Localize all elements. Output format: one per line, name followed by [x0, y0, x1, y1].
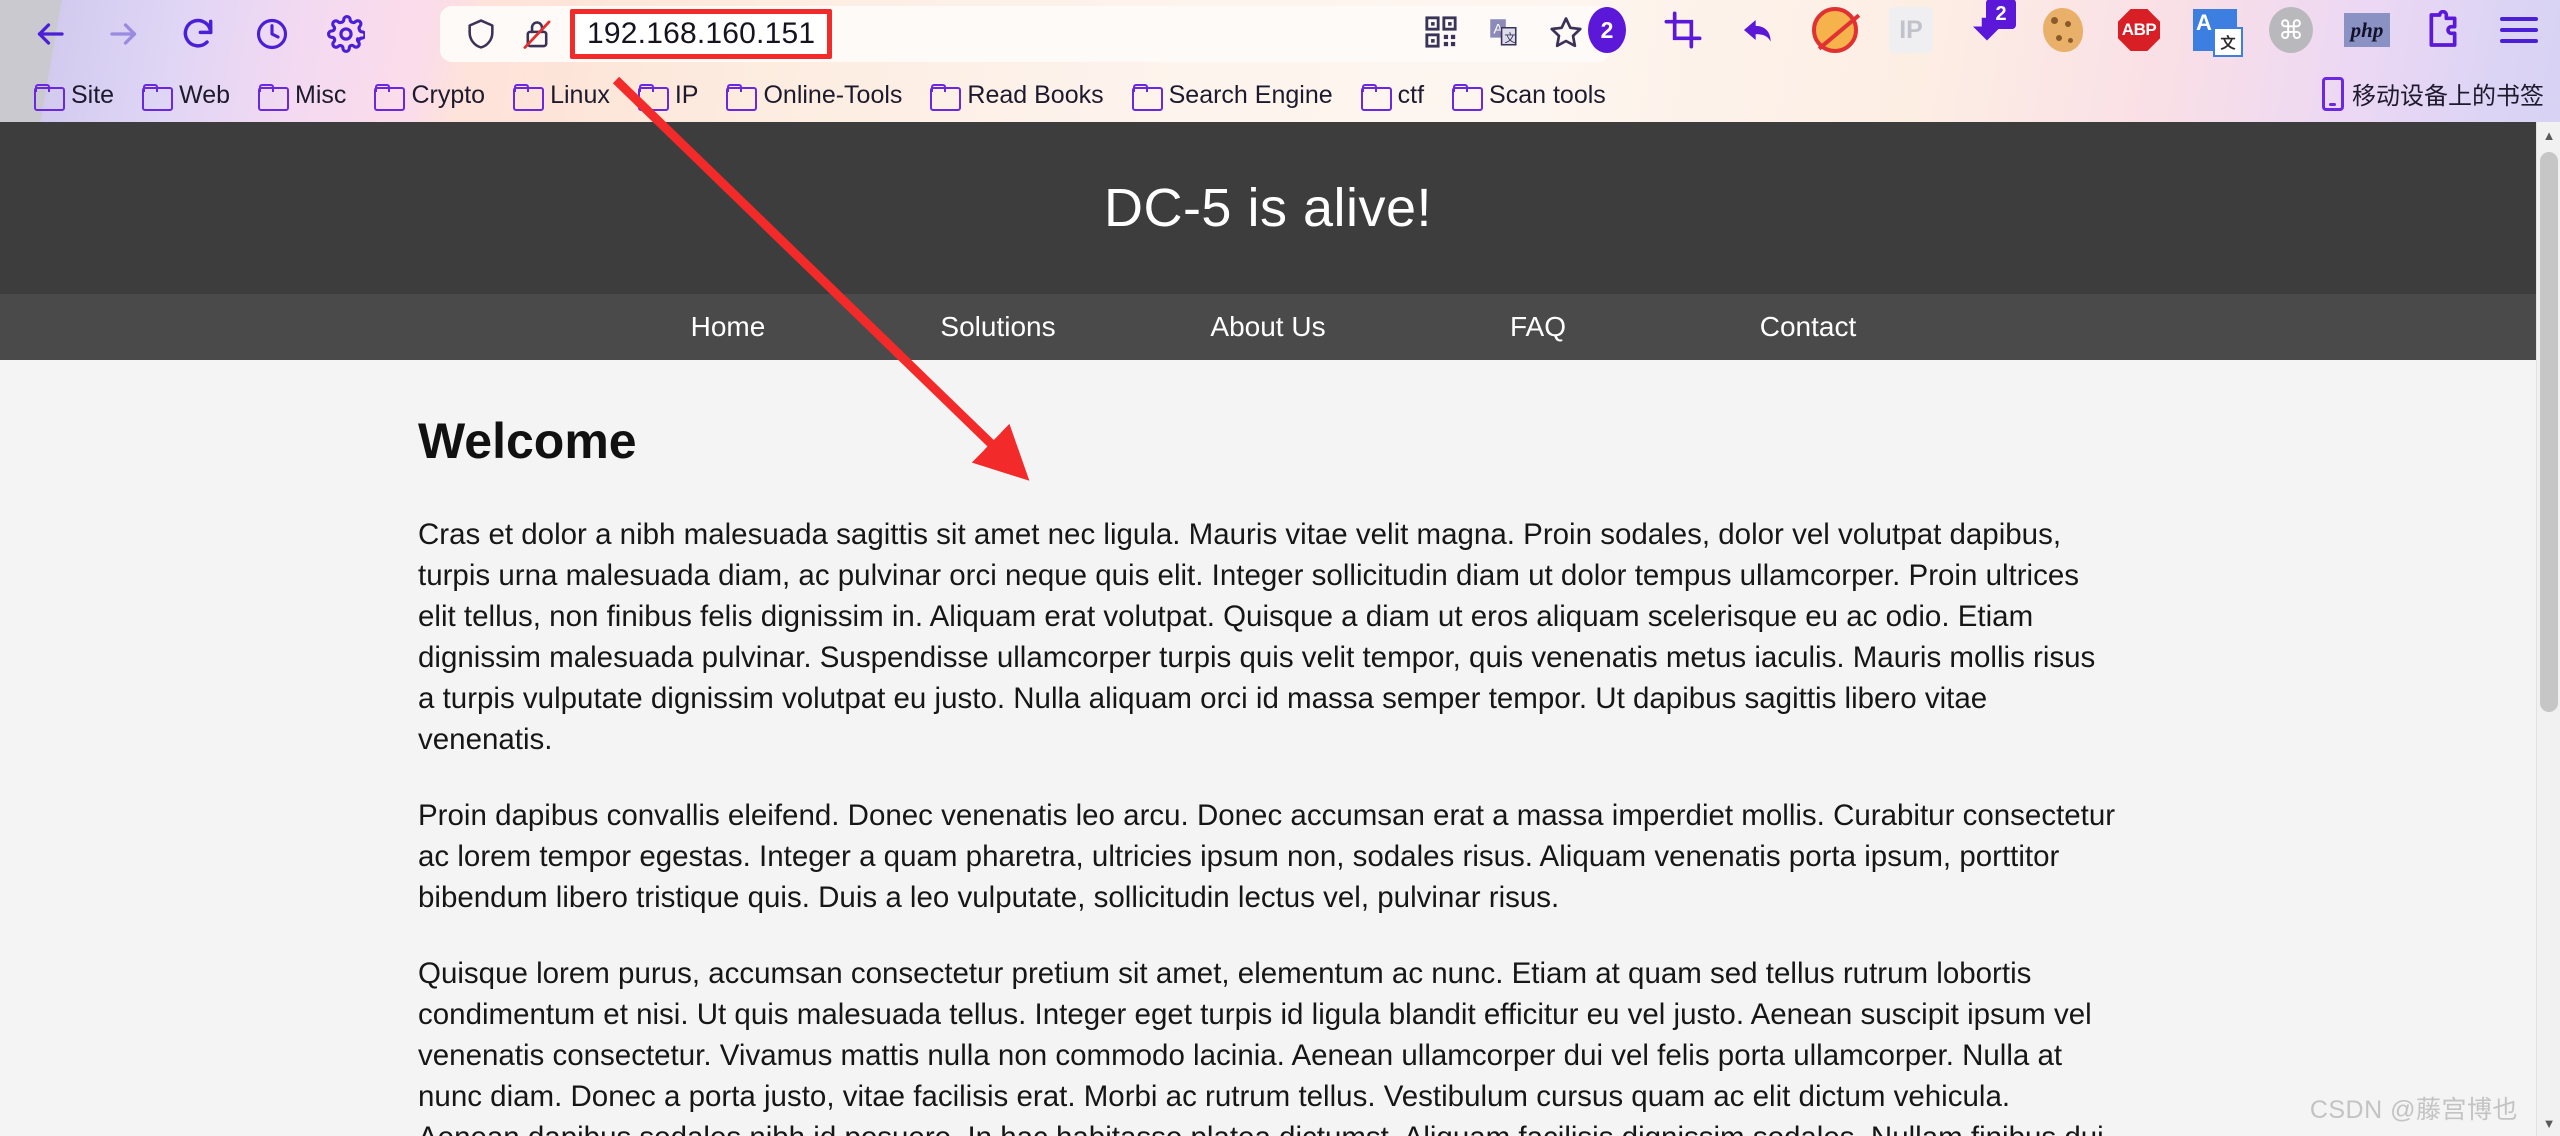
bookmark-label: Misc: [295, 80, 347, 109]
back-button[interactable]: [24, 8, 76, 60]
screenshot-crop-icon[interactable]: [1660, 7, 1706, 53]
bookmark-ctf[interactable]: ctf: [1347, 77, 1438, 114]
proxy-switcher-icon[interactable]: ⌘: [2268, 7, 2314, 53]
lock-broken-icon[interactable]: [520, 17, 554, 51]
content-heading: Welcome: [418, 413, 637, 469]
history-button[interactable]: [246, 8, 298, 60]
bookmark-linux[interactable]: Linux: [499, 77, 624, 114]
tab-counter-icon[interactable]: 2: [1584, 7, 1630, 53]
browser-chrome: 192.168.160.151 A 文 2 IP 2 ABP A 文 ⌘ php…: [0, 0, 2560, 122]
download-badge: 2: [1986, 0, 2016, 29]
download-manager-icon[interactable]: 2: [1964, 0, 2016, 53]
bookmark-ip[interactable]: IP: [624, 77, 713, 114]
folder-icon: [513, 83, 545, 111]
cookie-manager-icon[interactable]: [2040, 7, 2086, 53]
folder-icon: [1452, 83, 1484, 111]
site-header: DC-5 is alive!: [0, 122, 2536, 294]
browser-toolbar: 192.168.160.151 A 文 2 IP 2 ABP A 文 ⌘ php: [0, 0, 2560, 68]
bookmark-scan-tools[interactable]: Scan tools: [1438, 77, 1620, 114]
svg-text:文: 文: [1504, 30, 1515, 44]
forward-button[interactable]: [98, 8, 150, 60]
bookmark-star-icon[interactable]: [1548, 14, 1584, 55]
bookmark-web[interactable]: Web: [128, 77, 244, 114]
scissors-glyph: ⌘: [2269, 7, 2313, 53]
settings-gear-icon[interactable]: [320, 8, 372, 60]
nav-item-contact[interactable]: Contact: [1673, 311, 1943, 343]
address-bar[interactable]: 192.168.160.151 A 文: [440, 6, 1610, 62]
navigation-buttons: [24, 8, 372, 60]
nav-item-about-us[interactable]: About Us: [1133, 311, 1403, 343]
shield-icon[interactable]: [464, 17, 498, 51]
scroll-up-arrow-icon[interactable]: ▲: [2537, 122, 2560, 148]
no-flash-icon[interactable]: [1812, 7, 1858, 53]
nav-item-home[interactable]: Home: [593, 311, 863, 343]
site-navigation: Home Solutions About Us FAQ Contact: [0, 294, 2536, 360]
folder-icon: [142, 83, 174, 111]
tab-counter-badge: 2: [1588, 7, 1626, 53]
undo-close-tab-icon[interactable]: [1736, 7, 1782, 53]
abp-label: ABP: [2118, 9, 2160, 51]
bookmark-label: IP: [674, 80, 699, 109]
vertical-scrollbar[interactable]: ▲ ▼: [2536, 122, 2560, 1136]
bookmark-label: Linux: [550, 80, 610, 109]
translate-icon[interactable]: A 文: [1486, 15, 1520, 54]
bookmark-label: Online-Tools: [763, 80, 903, 109]
bookmark-online-tools[interactable]: Online-Tools: [712, 77, 916, 114]
folder-icon: [637, 83, 669, 111]
bookmarks-bar: Site Web Misc Crypto Linux IP Online-Too…: [0, 68, 2560, 122]
translator-label: A: [2193, 9, 2243, 57]
bookmark-label: Web: [179, 80, 231, 109]
bookmark-label: Crypto: [411, 80, 486, 109]
scrollbar-thumb[interactable]: [2540, 152, 2558, 712]
page-title: DC-5 is alive!: [1103, 178, 1433, 238]
bookmark-label: Scan tools: [1489, 80, 1606, 109]
content-paragraph: Cras et dolor a nibh malesuada sagittis …: [418, 518, 2096, 756]
bookmark-label: ctf: [1397, 80, 1425, 109]
watermark: CSDN @藤宫博也: [2309, 1096, 2518, 1124]
extension-toolbar: 2 IP 2 ABP A 文 ⌘ php: [1584, 0, 2542, 57]
reload-button[interactable]: [172, 8, 224, 60]
folder-icon: [374, 83, 406, 111]
bookmark-label: Site: [71, 80, 115, 109]
extension-puzzle-icon[interactable]: [2420, 7, 2466, 53]
bookmark-site[interactable]: Site: [20, 77, 128, 114]
page-viewport: DC-5 is alive! Home Solutions About Us F…: [0, 122, 2560, 1136]
qr-code-icon[interactable]: [1424, 15, 1458, 54]
url-input[interactable]: 192.168.160.151: [587, 17, 815, 51]
ip-tile-label: IP: [1889, 7, 1933, 53]
bookmark-label: Read Books: [967, 80, 1104, 109]
bookmark-mobile-devices[interactable]: 移动设备上的书签: [2322, 76, 2544, 111]
url-highlight-box: 192.168.160.151: [570, 9, 833, 59]
phone-icon: [2322, 76, 2344, 111]
php-console-icon[interactable]: php: [2344, 7, 2390, 53]
address-bar-actions: A 文: [1424, 14, 1584, 55]
nav-item-faq[interactable]: FAQ: [1403, 311, 1673, 343]
ip-lookup-icon[interactable]: IP: [1888, 7, 1934, 53]
content-paragraph: Proin dapibus convallis eleifend. Donec …: [418, 799, 2116, 914]
folder-icon: [1131, 83, 1163, 111]
content-paragraph: Quisque lorem purus, accumsan consectetu…: [418, 957, 2104, 1136]
bookmark-search-engine[interactable]: Search Engine: [1118, 77, 1347, 114]
bookmark-misc[interactable]: Misc: [244, 77, 360, 114]
translator-extension-icon[interactable]: A: [2192, 7, 2243, 57]
bookmark-label: Search Engine: [1168, 80, 1333, 109]
php-label: php: [2344, 13, 2390, 47]
folder-icon: [34, 83, 65, 111]
scroll-down-arrow-icon[interactable]: ▼: [2537, 1110, 2560, 1136]
main-menu-icon[interactable]: [2496, 7, 2542, 53]
folder-icon: [1360, 83, 1392, 111]
folder-icon: [726, 83, 758, 111]
nav-item-solutions[interactable]: Solutions: [863, 311, 1133, 343]
bookmark-crypto[interactable]: Crypto: [360, 77, 499, 114]
folder-icon: [930, 83, 962, 111]
browser-window: 192.168.160.151 A 文 2 IP 2 ABP A 文 ⌘ php…: [0, 0, 2560, 1136]
adblock-plus-icon[interactable]: ABP: [2116, 7, 2162, 53]
bookmark-read-books[interactable]: Read Books: [916, 77, 1117, 114]
folder-icon: [258, 83, 290, 111]
bookmark-label: 移动设备上的书签: [2352, 83, 2544, 110]
page-content: Welcome Cras et dolor a nibh malesuada s…: [0, 360, 2536, 1136]
